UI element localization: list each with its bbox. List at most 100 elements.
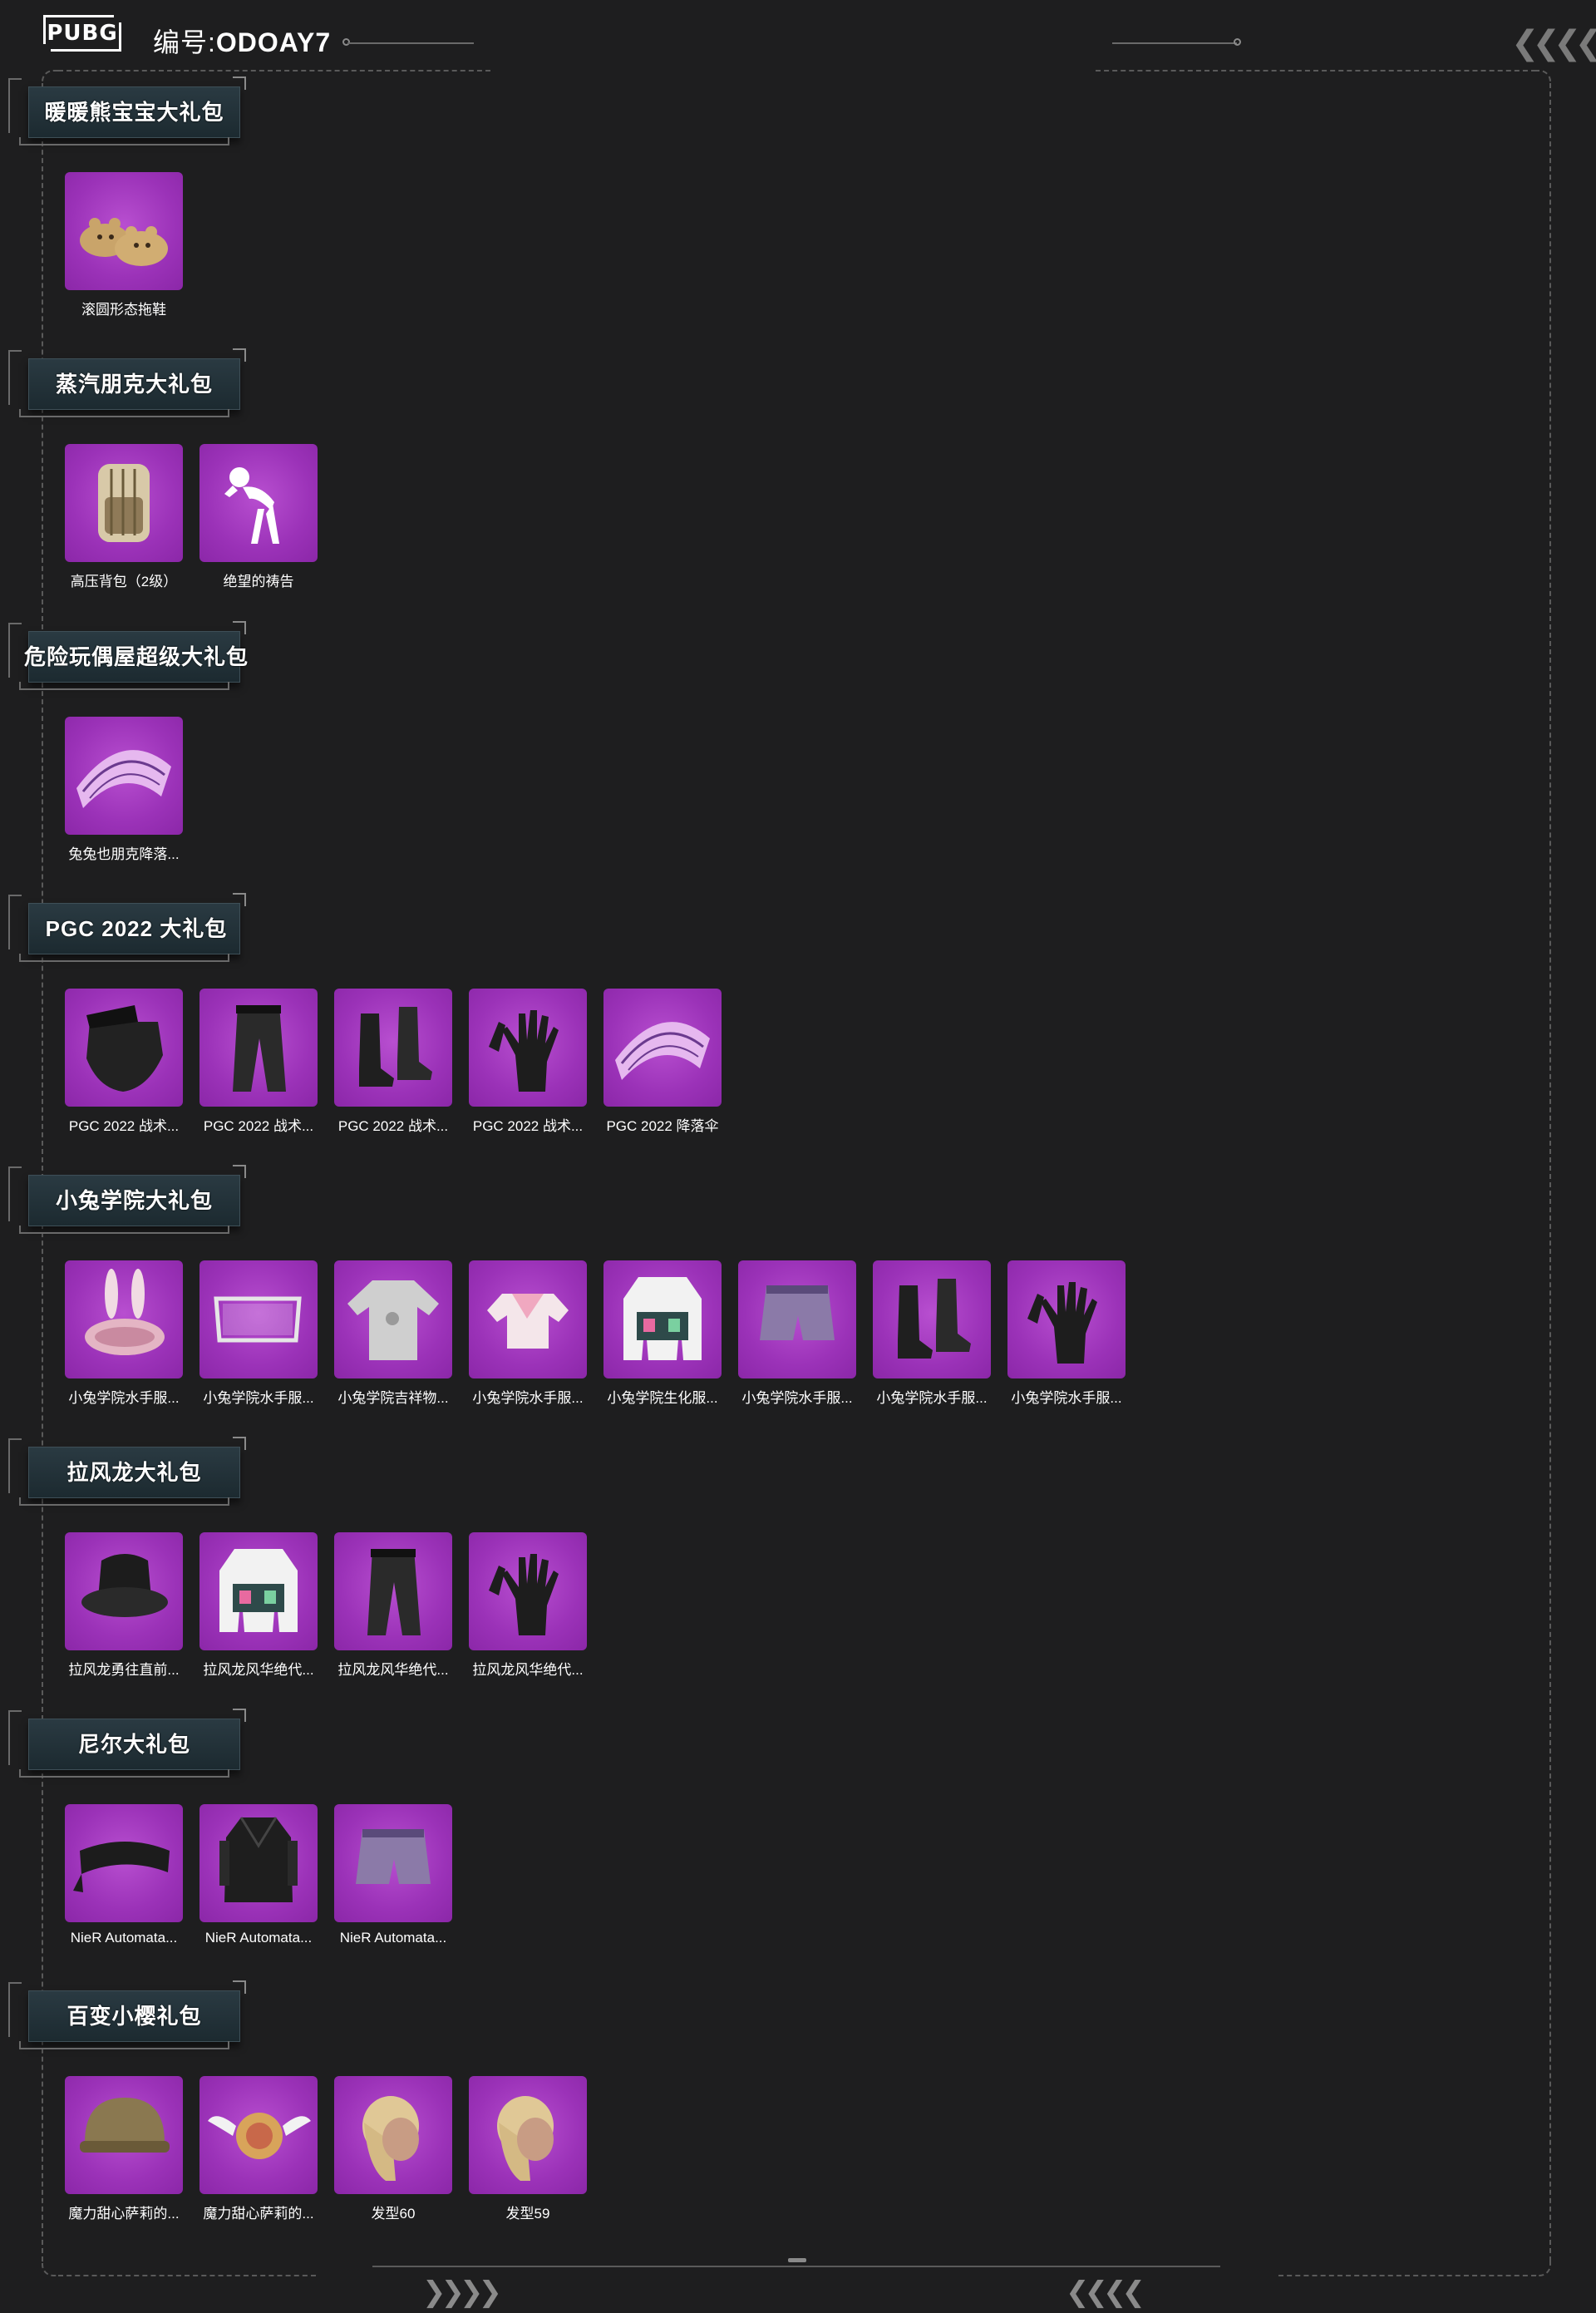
footer-divider: [372, 2266, 1220, 2267]
parachute-icon: [65, 717, 183, 835]
gloves-icon: [469, 989, 587, 1107]
item-label: NieR Automata...: [70, 1930, 178, 1946]
header-bracket: [8, 1166, 22, 1221]
item-card[interactable]: NieR Automata...: [334, 1804, 452, 1954]
bunny-hat-icon: [65, 1260, 183, 1378]
item-label: 高压背包（2级）: [70, 574, 178, 589]
gloves-icon: [1007, 1260, 1126, 1378]
frame-corner: [1534, 2260, 1551, 2276]
header-bracket: [8, 1438, 22, 1493]
gift-pack-section: 危险玩偶屋超级大礼包兔兔也朋克降落...: [0, 614, 1579, 886]
coat-icon: [200, 1804, 318, 1922]
helmet-icon: [65, 2076, 183, 2194]
item-label: 发型59: [505, 2206, 550, 2222]
item-card[interactable]: PGC 2022 战术...: [334, 989, 452, 1138]
serial-label: 编号:: [153, 27, 216, 57]
item-card[interactable]: PGC 2022 战术...: [65, 989, 183, 1138]
item-label: PGC 2022 战术...: [472, 1118, 584, 1134]
item-label: 小兔学院水手服...: [68, 1390, 180, 1406]
shorts-icon: [334, 1804, 452, 1922]
item-card[interactable]: PGC 2022 战术...: [200, 989, 318, 1138]
parachute-icon: [603, 989, 722, 1107]
item-card[interactable]: 发型59: [469, 2076, 587, 2226]
boots-icon: [873, 1260, 991, 1378]
shorts-icon: [738, 1260, 856, 1378]
item-card[interactable]: 滚圆形态拖鞋: [65, 172, 183, 322]
frame-edge: [58, 2275, 316, 2276]
item-card[interactable]: 拉风龙风华绝代...: [469, 1532, 587, 1682]
section-title: PGC 2022 大礼包: [45, 916, 228, 941]
chevron-right-icon: ❯❯❯❯: [422, 2276, 502, 2309]
header-bracket: [8, 78, 22, 133]
section-header: 危险玩偶屋超级大礼包: [8, 614, 248, 706]
chevron-left-icon: ❮❮❮❮: [1510, 24, 1596, 62]
item-card[interactable]: 小兔学院水手服...: [873, 1260, 991, 1410]
section-header: 小兔学院大礼包: [8, 1158, 246, 1250]
item-card[interactable]: 拉风龙风华绝代...: [334, 1532, 452, 1682]
section-header: PGC 2022 大礼包: [8, 886, 246, 978]
item-label: 发型60: [371, 2206, 416, 2222]
header-bracket: [8, 350, 22, 405]
item-label: PGC 2022 降落伞: [606, 1118, 719, 1134]
gift-pack-section: 百变小樱礼包魔力甜心萨莉的... 魔力甜心萨莉的... 发型60 发型59: [0, 1974, 1579, 2246]
section-header: 尼尔大礼包: [8, 1702, 246, 1793]
serial-number: 编号:ODOAY7: [153, 22, 331, 60]
header-divider-left: [347, 42, 474, 44]
item-label: 绝望的祷告: [223, 574, 294, 589]
item-card[interactable]: 小兔学院吉祥物...: [334, 1260, 452, 1410]
item-card[interactable]: 兔兔也朋克降落...: [65, 717, 183, 866]
section-title: 百变小樱礼包: [66, 2004, 202, 2029]
item-card[interactable]: 发型60: [334, 2076, 452, 2226]
section-title: 小兔学院大礼包: [55, 1188, 213, 1213]
item-card[interactable]: 小兔学院水手服...: [200, 1260, 318, 1410]
item-card[interactable]: PGC 2022 战术...: [469, 989, 587, 1138]
gloves-icon: [469, 1532, 587, 1650]
pants-icon: [334, 1532, 452, 1650]
item-card[interactable]: 小兔学院水手服...: [65, 1260, 183, 1410]
gift-pack-section: PGC 2022 大礼包 PGC 2022 战术... PGC 2022 战术...…: [0, 886, 1579, 1158]
item-label: 小兔学院水手服...: [1011, 1390, 1122, 1406]
item-card[interactable]: 拉风龙勇往直前...: [65, 1532, 183, 1682]
emote-icon: [200, 444, 318, 562]
section-header: 暖暖熊宝宝大礼包: [8, 70, 246, 161]
gift-pack-section: 尼尔大礼包 NieR Automata... NieR Automata... Nie…: [0, 1702, 1579, 1974]
item-card[interactable]: PGC 2022 降落伞: [603, 989, 722, 1138]
item-card[interactable]: 拉风龙风华绝代...: [200, 1532, 318, 1682]
item-card[interactable]: 小兔学院水手服...: [1007, 1260, 1126, 1410]
pubg-logo: PUBG: [42, 14, 122, 52]
item-card[interactable]: 小兔学院生化服...: [603, 1260, 722, 1410]
gift-pack-section: 拉风龙大礼包拉风龙勇往直前... 拉风龙风华绝代... 拉风龙风华绝代... 拉风龙风…: [0, 1430, 1579, 1702]
section-title: 尼尔大礼包: [77, 1732, 190, 1757]
item-label: 小兔学院生化服...: [607, 1390, 718, 1406]
item-card[interactable]: 小兔学院水手服...: [738, 1260, 856, 1410]
item-label: 小兔学院水手服...: [203, 1390, 314, 1406]
item-card[interactable]: 高压背包（2级）: [65, 444, 183, 594]
winged-shield-icon: [200, 2076, 318, 2194]
item-card[interactable]: NieR Automata...: [65, 1804, 183, 1954]
hairstyle-icon: [469, 2076, 587, 2194]
frame-edge: [1278, 2275, 1536, 2276]
backpack-icon: [65, 444, 183, 562]
item-card[interactable]: 魔力甜心萨莉的...: [65, 2076, 183, 2226]
section-header: 拉风龙大礼包: [8, 1430, 246, 1521]
page: PUBG 编号:ODOAY7 ❮❮❮❮ ❯❯❯❯ ❮❮❮❮ 暖暖熊宝宝大礼包滚圆…: [0, 0, 1596, 2313]
mask-icon: [65, 989, 183, 1107]
item-card[interactable]: 魔力甜心萨莉的...: [200, 2076, 318, 2226]
pants-icon: [200, 989, 318, 1107]
section-header: 百变小樱礼包: [8, 1974, 246, 2065]
section-header: 蒸汽朋克大礼包: [8, 342, 246, 433]
item-label: 小兔学院吉祥物...: [337, 1390, 449, 1406]
item-label: PGC 2022 战术...: [68, 1118, 180, 1134]
gift-pack-section: 暖暖熊宝宝大礼包滚圆形态拖鞋: [0, 70, 1579, 342]
chevron-left-icon: ❮❮❮❮: [1066, 2276, 1145, 2309]
item-card[interactable]: 小兔学院水手服...: [469, 1260, 587, 1410]
item-label: 兔兔也朋克降落...: [68, 846, 180, 862]
item-label: 拉风龙风华绝代...: [337, 1662, 449, 1678]
item-label: 拉风龙风华绝代...: [203, 1662, 314, 1678]
item-label: 小兔学院水手服...: [472, 1390, 584, 1406]
scroll-handle[interactable]: [788, 2258, 806, 2262]
slippers-icon: [65, 172, 183, 290]
blindfold-icon: [65, 1804, 183, 1922]
item-card[interactable]: NieR Automata...: [200, 1804, 318, 1954]
item-card[interactable]: 绝望的祷告: [200, 444, 318, 594]
